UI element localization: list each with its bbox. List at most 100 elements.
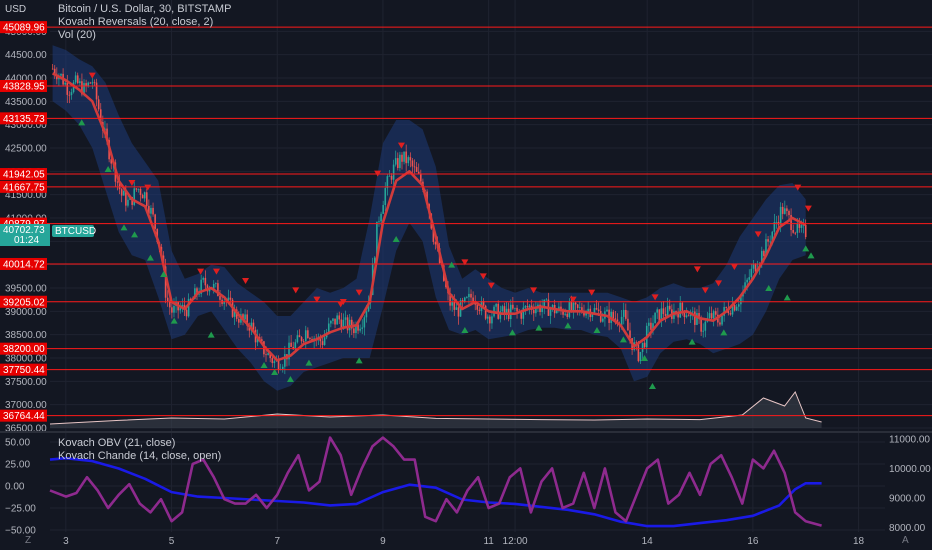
candle-body bbox=[648, 322, 650, 326]
time-tick-label: 7 bbox=[274, 536, 280, 547]
candle-body bbox=[595, 308, 598, 310]
candle-body bbox=[794, 232, 797, 234]
candle-body bbox=[514, 307, 516, 309]
candle-body bbox=[87, 82, 90, 86]
time-tick-label: 11 bbox=[483, 536, 494, 547]
candle-body bbox=[792, 230, 794, 233]
time-tick-label: 16 bbox=[747, 536, 759, 547]
candle-body bbox=[204, 277, 207, 286]
candle-body bbox=[415, 167, 418, 172]
candle-body bbox=[714, 311, 717, 315]
reversal-down-marker bbox=[292, 287, 300, 294]
candle-body bbox=[710, 313, 713, 319]
candle-body bbox=[386, 176, 389, 189]
candle-body bbox=[721, 315, 723, 325]
level-tag-label: 45089.96 bbox=[3, 23, 45, 34]
candle-body bbox=[704, 321, 707, 331]
candle-body bbox=[284, 354, 286, 367]
candle-body bbox=[304, 330, 307, 342]
candle-body bbox=[576, 304, 579, 308]
candle-body bbox=[532, 310, 535, 314]
candle-body bbox=[463, 297, 466, 302]
candle-body bbox=[179, 308, 182, 311]
candle-body bbox=[750, 268, 753, 278]
candle-body bbox=[365, 311, 368, 318]
candle-body bbox=[66, 82, 69, 95]
candle-body bbox=[95, 82, 98, 100]
candle-body bbox=[300, 337, 303, 342]
obv-tick-label: 9000.00 bbox=[889, 494, 926, 505]
candle-body bbox=[334, 318, 336, 325]
candle-body bbox=[512, 304, 514, 309]
obv-axis[interactable]: 11000.00 10000.00 9000.00 8000.00 bbox=[889, 434, 931, 534]
indicator-volume[interactable]: Vol (20) bbox=[58, 29, 96, 41]
candle-body bbox=[602, 318, 604, 322]
price-tick-label: 37500.00 bbox=[5, 377, 47, 388]
candle-body bbox=[202, 277, 205, 280]
candle-body bbox=[796, 223, 799, 233]
candle-body bbox=[307, 330, 309, 339]
candle-body bbox=[478, 309, 481, 311]
candle-body bbox=[679, 302, 682, 318]
candle-body bbox=[691, 311, 694, 313]
oscillator-tick-label: 0.00 bbox=[5, 482, 25, 493]
candle-body bbox=[763, 250, 765, 256]
indicator-kovach-obv[interactable]: Kovach OBV (21, close) bbox=[58, 437, 175, 449]
candle-body bbox=[332, 318, 334, 321]
oscillator-tick-label: −25.00 bbox=[5, 504, 36, 515]
candle-body bbox=[93, 82, 96, 84]
candle-body bbox=[76, 75, 79, 84]
price-tick-label: 39500.00 bbox=[5, 284, 47, 295]
candle-body bbox=[767, 239, 769, 242]
reversal-up-marker bbox=[783, 294, 791, 301]
candle-body bbox=[397, 158, 399, 168]
candle-body bbox=[141, 194, 144, 199]
candle-body bbox=[620, 316, 623, 326]
chart-title[interactable]: Bitcoin / U.S. Dollar, 30, BITSTAMP bbox=[58, 3, 231, 15]
candle-body bbox=[344, 317, 347, 320]
candle-body bbox=[271, 358, 274, 364]
candle-body bbox=[133, 188, 136, 205]
candle-body bbox=[321, 341, 324, 345]
price-tick-label: 44500.00 bbox=[5, 50, 47, 61]
candle-body bbox=[64, 82, 66, 85]
candle-body bbox=[769, 241, 771, 243]
candle-body bbox=[476, 304, 479, 310]
candle-body bbox=[361, 327, 364, 329]
candle-body bbox=[68, 94, 71, 96]
candle-body bbox=[579, 307, 581, 309]
candle-body bbox=[380, 213, 382, 222]
candle-body bbox=[687, 315, 690, 317]
candle-body bbox=[323, 337, 326, 345]
candle-body bbox=[74, 75, 77, 83]
candle-body bbox=[775, 221, 778, 223]
time-axis[interactable]: 3 5 7 9 11 12:00 14 16 18 bbox=[63, 536, 865, 547]
candle-body bbox=[413, 166, 416, 168]
candle-body bbox=[708, 313, 711, 319]
zoom-icon[interactable]: Z bbox=[25, 535, 31, 546]
candle-body bbox=[509, 304, 512, 320]
chart-area[interactable]: 36500.0037000.0037500.0038000.0038500.00… bbox=[0, 0, 932, 550]
oscillator-tick-label: 25.00 bbox=[5, 460, 30, 471]
indicator-kovach-reversals[interactable]: Kovach Reversals (20, close, 2) bbox=[58, 16, 213, 28]
candle-body bbox=[733, 305, 736, 311]
candle-body bbox=[746, 279, 748, 283]
oscillator-tick-label: 50.00 bbox=[5, 438, 30, 449]
candle-body bbox=[685, 315, 688, 318]
level-tag-label: 37750.44 bbox=[3, 365, 45, 376]
candle-body bbox=[166, 297, 169, 302]
indicator-kovach-chande[interactable]: Kovach Chande (14, close, open) bbox=[58, 450, 221, 462]
candle-body bbox=[135, 188, 138, 190]
candle-body bbox=[399, 154, 401, 168]
candle-body bbox=[390, 175, 393, 180]
current-price-tag: 40702.73 01:24 BTCUSD bbox=[0, 224, 96, 246]
auto-scale-icon[interactable]: A bbox=[902, 535, 909, 546]
candle-body bbox=[273, 361, 276, 364]
oscillator-axis[interactable]: 50.00 25.00 0.00 −25.00 −50.00 bbox=[5, 438, 36, 537]
reversal-up-marker bbox=[807, 252, 815, 259]
candle-body bbox=[296, 335, 299, 343]
candle-body bbox=[302, 341, 305, 342]
candle-body bbox=[650, 322, 652, 330]
candle-body bbox=[185, 309, 188, 317]
candle-body bbox=[150, 207, 152, 214]
